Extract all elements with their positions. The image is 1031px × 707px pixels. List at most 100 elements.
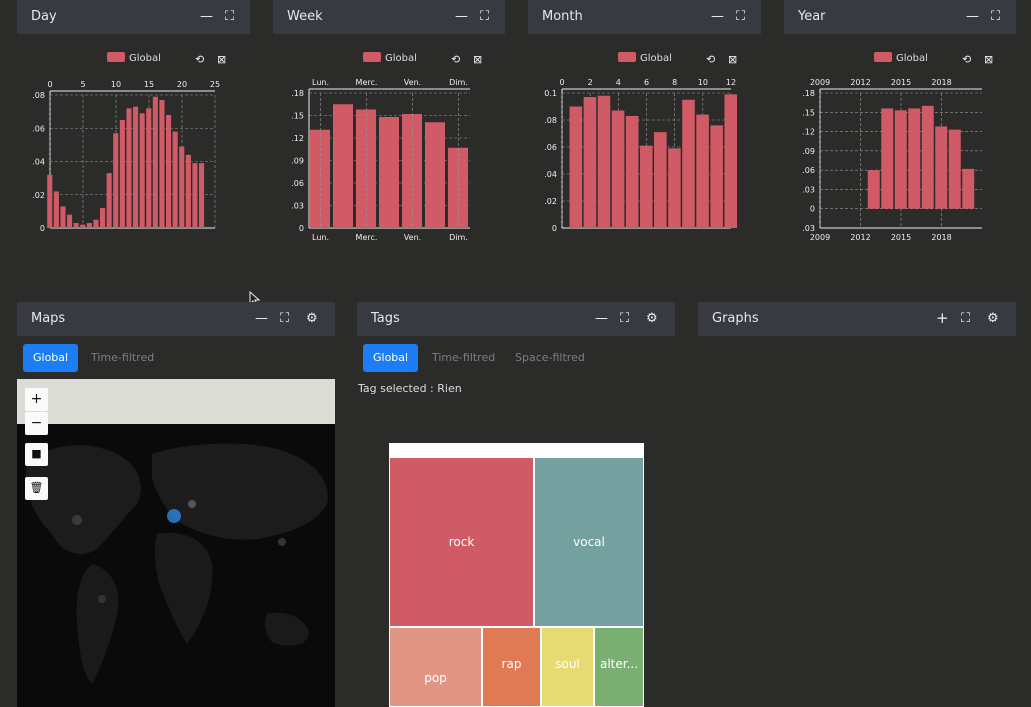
graphs-panel-header: Graphs + ⛶ ⚙ [698,302,1016,336]
x-tick-label-top: 8 [672,78,677,87]
x-tick-label-top: 2 [588,78,593,87]
bar [199,163,205,228]
x-tick-label-top: 2018 [931,78,951,87]
bar [333,104,353,228]
treemap: rock vocal pop rap soul alter... [389,443,644,707]
legend[interactable]: Global [363,52,417,64]
maps-panel-header: Maps — ⛶ ⚙ [17,302,335,336]
bar [80,224,86,228]
bar [654,132,667,228]
expand-icon[interactable]: ⛶ [961,311,970,326]
bar [583,97,597,228]
legend-swatch [363,52,381,62]
bar [166,114,172,228]
bar [60,206,66,228]
treemap-cell-rock[interactable]: rock [389,457,534,627]
reset-zoom-icon[interactable]: ⟲ [451,52,460,67]
y-tick-label: .09 [291,157,304,166]
minimize-icon[interactable]: — [966,9,979,24]
panel-title: Day [31,9,57,24]
minimize-icon[interactable]: — [711,9,724,24]
tags-tab-space-filtred[interactable]: Space-filtred [505,344,595,372]
minimize-icon[interactable]: — [595,311,608,326]
day-panel-header: Day — ⛶ [17,0,250,34]
gear-icon[interactable]: ⚙ [987,311,999,326]
select-zoom-icon[interactable]: ⊠ [728,52,737,67]
plus-icon[interactable]: + [936,311,949,326]
graphs-panel: Graphs + ⛶ ⚙ [698,302,1016,338]
gear-icon[interactable]: ⚙ [646,311,658,326]
expand-icon[interactable]: ⛶ [280,311,289,326]
select-zoom-icon[interactable]: ⊠ [473,52,482,67]
bar [67,214,73,228]
y-tick-label: 0 [40,224,45,233]
zoom-in-button[interactable]: + [25,388,48,411]
delete-icon[interactable]: 🗑 [25,477,48,500]
bar [106,173,112,228]
treemap-cell-vocal[interactable]: vocal [534,457,644,627]
y-tick-label: .18 [802,89,815,98]
select-zoom-icon[interactable]: ⊠ [984,52,993,67]
week-chart: 0 .03 .06 .09 .12 .15 .18 Lun. Lun. Merc. Merc. Ven… [291,78,470,242]
treemap-cell-rap[interactable]: rap [482,627,541,707]
y-tick-label: .03 [802,185,815,194]
bar [47,174,53,228]
panel-title: Year [798,9,826,24]
x-tick-label-top: 6 [644,78,649,87]
x-tick-label-top: 2012 [850,78,870,87]
tags-tab-time-filtred[interactable]: Time-filtred [422,344,505,372]
y-tick-label: .08 [544,116,557,125]
reset-zoom-icon[interactable]: ⟲ [962,52,971,67]
expand-icon[interactable]: ⛶ [225,9,234,24]
minimize-icon[interactable]: — [255,311,268,326]
bar [962,168,975,209]
bar [448,147,468,228]
x-tick-label-top: 20 [177,80,187,89]
expand-icon[interactable]: ⛶ [991,9,1000,24]
minimize-icon[interactable]: — [200,9,213,24]
tags-tab-global[interactable]: Global [363,344,419,372]
x-tick-label-top: 4 [616,78,621,87]
year-panel-header: Year — ⛶ [784,0,1016,34]
y-tick-label: .02 [544,197,557,206]
treemap-cell-alter[interactable]: alter... [594,627,644,707]
gear-icon[interactable]: ⚙ [306,311,318,326]
expand-icon[interactable]: ⛶ [620,311,629,326]
legend-swatch [618,52,636,62]
bar [310,129,330,228]
x-tick-label-top: 0 [47,80,52,89]
maps-tab-global[interactable]: Global [23,344,79,372]
map-view[interactable]: + − ■ 🗑 [17,379,335,707]
x-tick-label-top: 12 [726,78,736,87]
expand-icon[interactable]: ⛶ [736,9,745,24]
x-tick-label-top: Ven. [404,78,421,87]
minimize-icon[interactable]: — [455,9,468,24]
bar [53,191,59,228]
y-tick-label: .08 [32,91,45,100]
reset-zoom-icon[interactable]: ⟲ [706,52,715,67]
world-map [26,443,328,684]
x-tick-label-top: 2009 [810,78,830,87]
bar [119,119,125,228]
x-tick-label-top: 5 [80,80,85,89]
treemap-cell-soul[interactable]: soul [541,627,594,707]
x-tick-label: Lun. [312,233,329,242]
bar [146,108,152,228]
bar [935,126,948,209]
legend[interactable]: Global [618,52,672,64]
draw-square-button[interactable]: ■ [25,443,48,466]
reset-zoom-icon[interactable]: ⟲ [195,52,204,67]
x-tick-label: 2009 [810,233,830,242]
select-zoom-icon[interactable]: ⊠ [217,52,226,67]
legend[interactable]: Global [107,52,161,64]
expand-icon[interactable]: ⛶ [480,9,489,24]
zoom-out-button[interactable]: − [25,412,48,435]
legend[interactable]: Global [874,52,928,64]
x-tick-label: Dim. [449,233,468,242]
maps-tab-time-filtred[interactable]: Time-filtred [81,344,164,372]
x-tick-label: 2012 [850,233,870,242]
legend-swatch [107,52,125,62]
treemap-cell-pop[interactable]: pop [389,627,482,707]
panel-title: Graphs [712,311,759,326]
bar [425,122,445,228]
